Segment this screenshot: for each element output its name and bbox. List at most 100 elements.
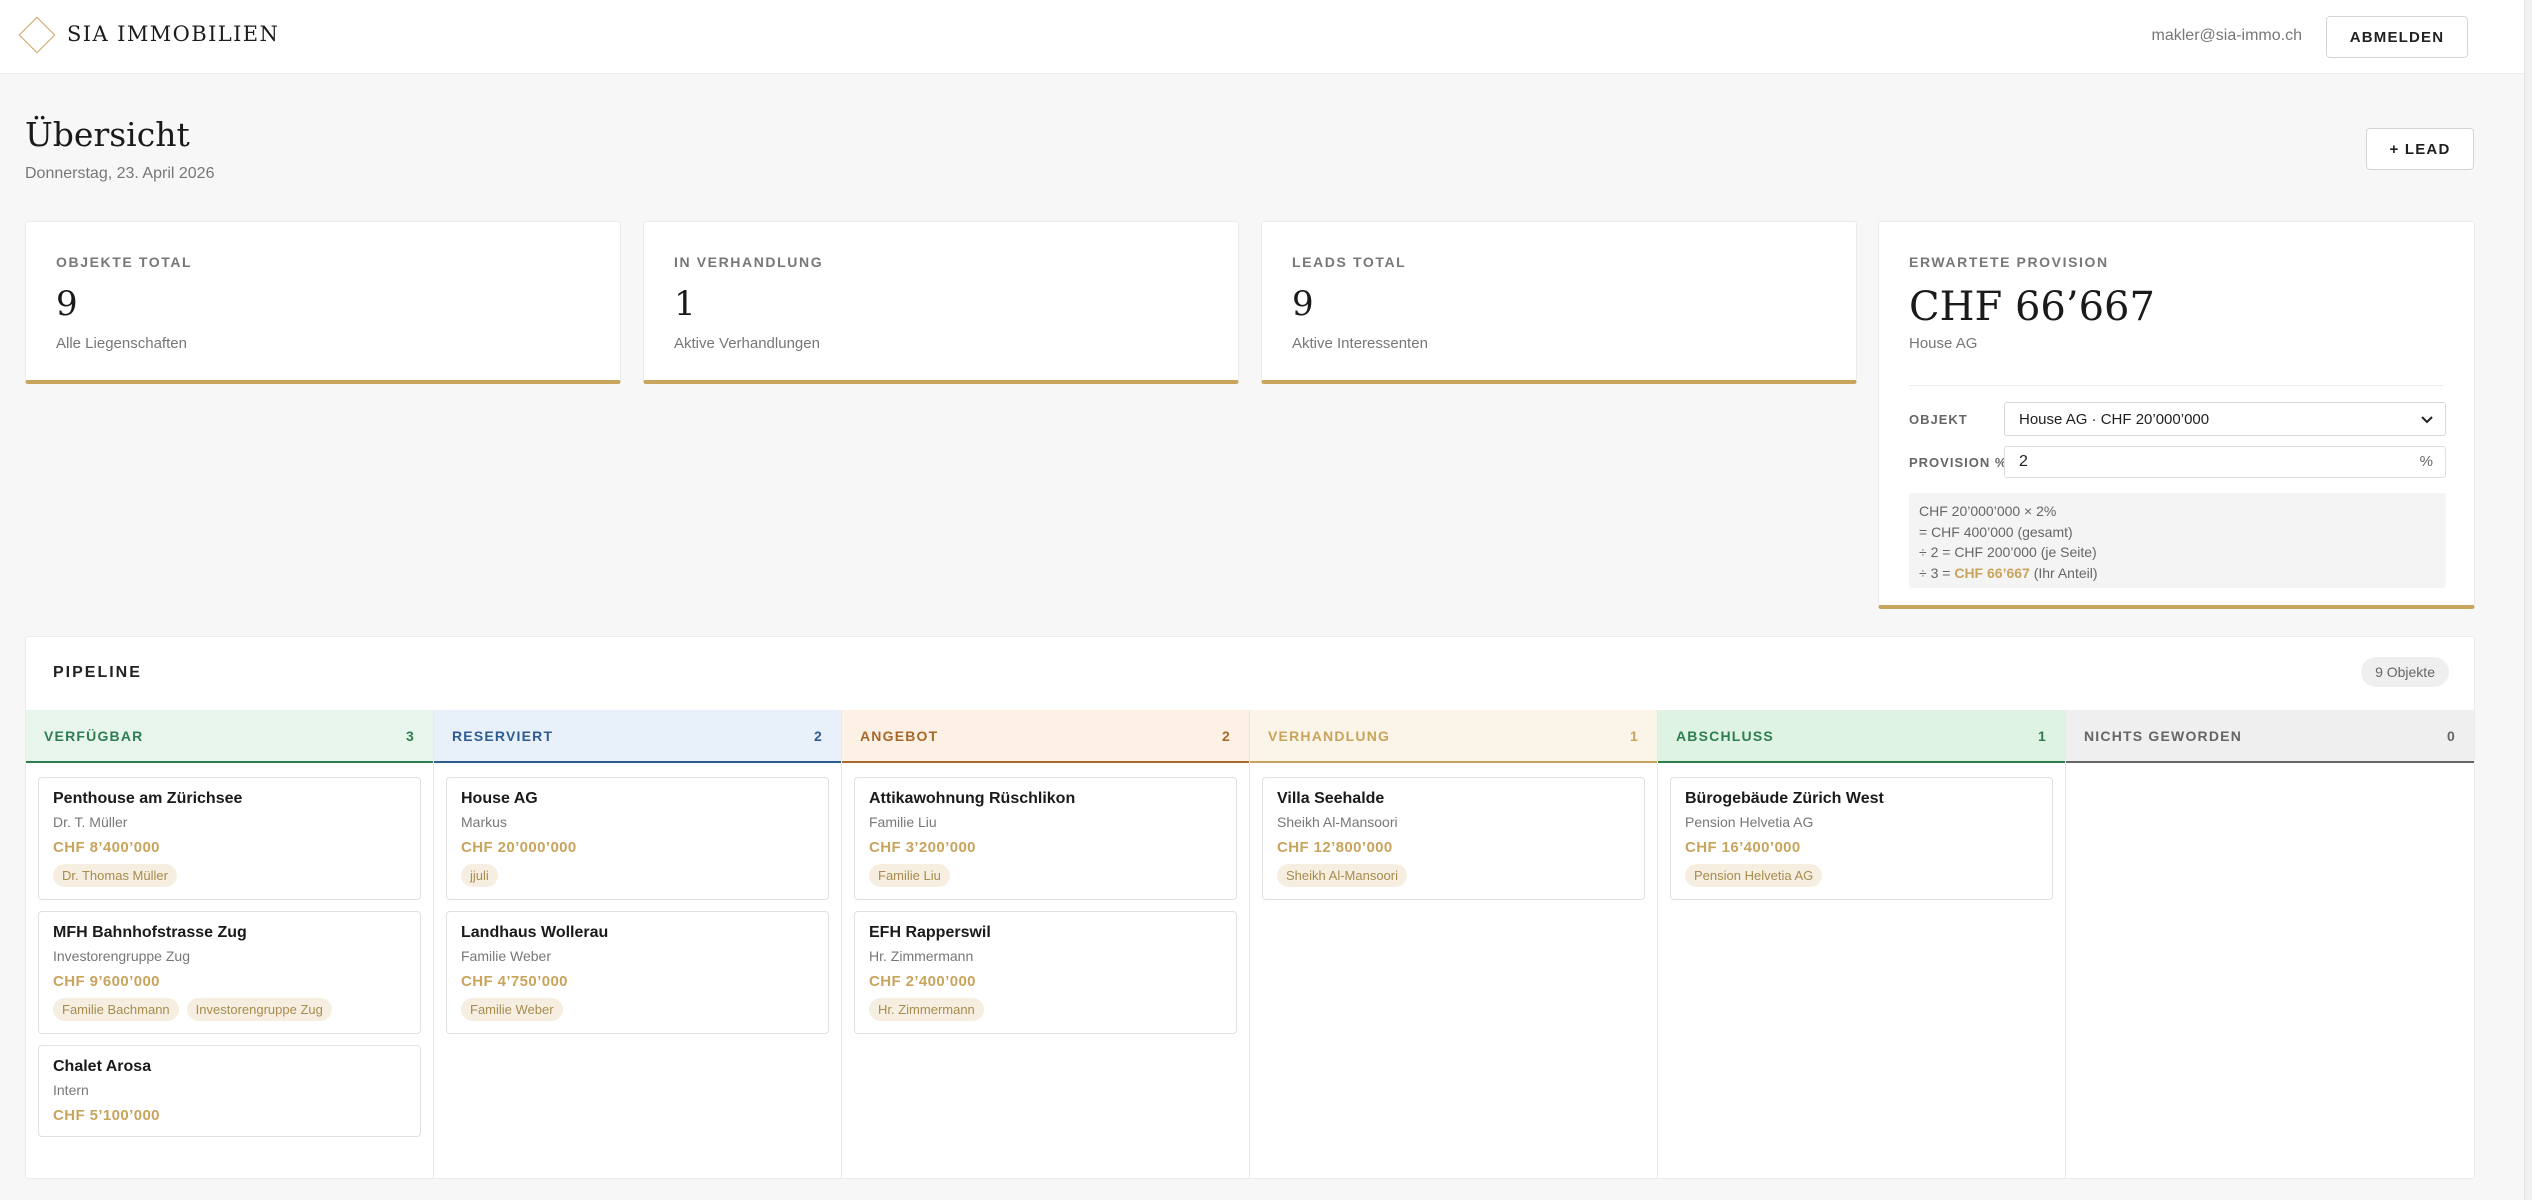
pipeline-column-verhandlung: VERHANDLUNG 1 Villa Seehalde Sheikh Al-Mans… <box>1250 710 1658 1178</box>
provision-percent-input[interactable]: 2 % <box>2004 446 2446 478</box>
pipeline-board: PIPELINE 9 Objekte VERFÜGBAR 3 Penthouse a… <box>25 636 2475 1179</box>
column-body: Villa Seehalde Sheikh Al-Mansoori CHF 12’8… <box>1250 763 1657 900</box>
deal-card[interactable]: Attikawohnung Rüschlikon Familie Liu CHF 3… <box>854 777 1237 900</box>
deal-client: Investorengruppe Zug <box>53 948 190 964</box>
calc-line: ÷ 2 = CHF 200’000 (je Seite) <box>1919 544 2097 560</box>
stat-subtitle: Aktive Interessenten <box>1292 335 1428 352</box>
deal-title: Chalet Arosa <box>53 1058 152 1075</box>
provision-value: CHF 66’667 <box>1909 284 2155 330</box>
column-header: VERFÜGBAR 3 <box>26 710 433 763</box>
lead-tag[interactable]: Pension Helvetia AG <box>1685 864 1823 887</box>
page-date: Donnerstag, 23. April 2026 <box>25 165 215 182</box>
deal-price: CHF 5’100’000 <box>53 1107 160 1124</box>
column-header: NICHTS GEWORDEN 0 <box>2066 710 2474 763</box>
deal-tags: Familie Bachmann Investorengruppe Zug <box>53 998 406 1021</box>
column-body: Attikawohnung Rüschlikon Familie Liu CHF 3… <box>842 763 1249 1034</box>
window-scrollbar[interactable] <box>2524 0 2532 1200</box>
object-select[interactable]: House AG · CHF 20’000’000 <box>2004 402 2446 436</box>
deal-card[interactable]: Bürogebäude Zürich West Pension Helvetia … <box>1670 777 2053 900</box>
deal-client: Pension Helvetia AG <box>1685 814 1814 830</box>
deal-tags: Familie Liu <box>869 864 1222 887</box>
column-title: ABSCHLUSS <box>1676 727 1774 744</box>
deal-title: EFH Rapperswil <box>869 924 991 941</box>
lead-tag[interactable]: Familie Bachmann <box>53 998 179 1021</box>
deal-title: Villa Seehalde <box>1277 790 1385 807</box>
stat-subtitle: Alle Liegenschaften <box>56 335 187 352</box>
calc-result-value: CHF 66’667 <box>1954 564 2030 581</box>
deal-title: House AG <box>461 790 538 807</box>
column-count: 0 <box>2447 727 2456 744</box>
lead-tag[interactable]: Familie Weber <box>461 998 563 1021</box>
pipeline-column-nichts-geworden: NICHTS GEWORDEN 0 <box>2066 710 2474 1178</box>
stat-label: LEADS TOTAL <box>1292 254 1407 270</box>
stat-card-negotiation: IN VERHANDLUNG 1 Aktive Verhandlungen <box>643 221 1239 384</box>
calc-line: CHF 20’000’000 × 2% <box>1919 503 2057 519</box>
lead-tag[interactable]: Sheikh Al-Mansoori <box>1277 864 1407 887</box>
pipeline-count-badge: 9 Objekte <box>2361 657 2449 687</box>
object-select-value: House AG · CHF 20’000’000 <box>2019 411 2210 428</box>
deal-price: CHF 9’600’000 <box>53 973 160 990</box>
deal-price: CHF 2’400’000 <box>869 973 976 990</box>
logout-button[interactable]: ABMELDEN <box>2326 16 2468 58</box>
deal-price: CHF 12’800’000 <box>1277 839 1393 856</box>
deal-title: Landhaus Wollerau <box>461 924 609 941</box>
deal-price: CHF 3’200’000 <box>869 839 976 856</box>
deal-tags: jjuli <box>461 864 814 887</box>
deal-tags: Hr. Zimmermann <box>869 998 1222 1021</box>
divider <box>1909 385 2444 386</box>
deal-tags: Familie Weber <box>461 998 814 1021</box>
pipeline-column-angebot: ANGEBOT 2 Attikawohnung Rüschlikon Familie … <box>842 710 1250 1178</box>
user-email: makler@sia-immo.ch <box>2151 27 2302 44</box>
column-count: 1 <box>1630 727 1639 744</box>
pipeline-column-reserviert: RESERVIERT 2 House AG Markus CHF 20’000’000 j… <box>434 710 842 1178</box>
deal-title: Penthouse am Zürichsee <box>53 790 243 807</box>
column-body: Bürogebäude Zürich West Pension Helvetia … <box>1658 763 2065 900</box>
deal-client: Markus <box>461 814 507 830</box>
column-count: 2 <box>1222 727 1231 744</box>
column-title: VERHANDLUNG <box>1268 727 1391 744</box>
provision-calculation: CHF 20’000’000 × 2% = CHF 400’000 (gesam… <box>1909 493 2446 588</box>
add-lead-button[interactable]: + LEAD <box>2366 128 2474 170</box>
column-title: VERFÜGBAR <box>44 727 144 744</box>
column-header: RESERVIERT 2 <box>434 710 841 763</box>
calc-line: = CHF 400’000 (gesamt) <box>1919 523 2073 540</box>
brand-name: SIA IMMOBILIEN <box>67 22 280 46</box>
pipeline-column-verfügbar: VERFÜGBAR 3 Penthouse am Zürichsee Dr. T. M… <box>26 710 434 1178</box>
deal-card[interactable]: EFH Rapperswil Hr. Zimmermann CHF 2’400’00… <box>854 911 1237 1034</box>
deal-client: Sheikh Al-Mansoori <box>1277 814 1398 830</box>
stat-value: 9 <box>1292 284 1314 324</box>
lead-tag[interactable]: Hr. Zimmermann <box>869 998 984 1021</box>
column-header: ANGEBOT 2 <box>842 710 1249 763</box>
provision-card: ERWARTETE PROVISION CHF 66’667 House AG … <box>1878 221 2475 609</box>
deal-tags: Sheikh Al-Mansoori <box>1277 864 1630 887</box>
deal-card[interactable]: MFH Bahnhofstrasse Zug Investorengruppe Z… <box>38 911 421 1034</box>
deal-card[interactable]: Chalet Arosa Intern CHF 5’100’000 <box>38 1045 421 1137</box>
deal-card[interactable]: Penthouse am Zürichsee Dr. T. Müller CHF 8… <box>38 777 421 900</box>
lead-tag[interactable]: Dr. Thomas Müller <box>53 864 177 887</box>
page-title: Übersicht <box>25 115 190 154</box>
deal-card[interactable]: House AG Markus CHF 20’000’000 jjuli <box>446 777 829 900</box>
deal-card[interactable]: Landhaus Wollerau Familie Weber CHF 4’750’… <box>446 911 829 1034</box>
stat-label: IN VERHANDLUNG <box>674 254 824 270</box>
deal-price: CHF 20’000’000 <box>461 839 577 856</box>
deal-tags: Pension Helvetia AG <box>1685 864 2038 887</box>
column-title: NICHTS GEWORDEN <box>2084 727 2242 744</box>
lead-tag[interactable]: Investorengruppe Zug <box>186 998 332 1021</box>
stat-card-objects: OBJEKTE TOTAL 9 Alle Liegenschaften <box>25 221 621 384</box>
pipeline-title: PIPELINE <box>53 664 142 681</box>
column-body: House AG Markus CHF 20’000’000 jjuli Landhau… <box>434 763 841 1034</box>
deal-card[interactable]: Villa Seehalde Sheikh Al-Mansoori CHF 12’8… <box>1262 777 1645 900</box>
deal-client: Familie Weber <box>461 948 551 964</box>
deal-client: Intern <box>53 1082 89 1098</box>
pipeline-columns: VERFÜGBAR 3 Penthouse am Zürichsee Dr. T. M… <box>26 710 2474 1178</box>
deal-price: CHF 16’400’000 <box>1685 839 1801 856</box>
deal-client: Dr. T. Müller <box>53 814 128 830</box>
deal-price: CHF 4’750’000 <box>461 973 568 990</box>
percent-field-label: PROVISION % <box>1909 455 2008 470</box>
calc-line-result: ÷ 3 = CHF 66’667 (Ihr Anteil) <box>1919 564 2098 581</box>
column-count: 1 <box>2038 727 2047 744</box>
column-header: ABSCHLUSS 1 <box>1658 710 2065 763</box>
deal-price: CHF 8’400’000 <box>53 839 160 856</box>
lead-tag[interactable]: jjuli <box>461 864 498 887</box>
lead-tag[interactable]: Familie Liu <box>869 864 950 887</box>
